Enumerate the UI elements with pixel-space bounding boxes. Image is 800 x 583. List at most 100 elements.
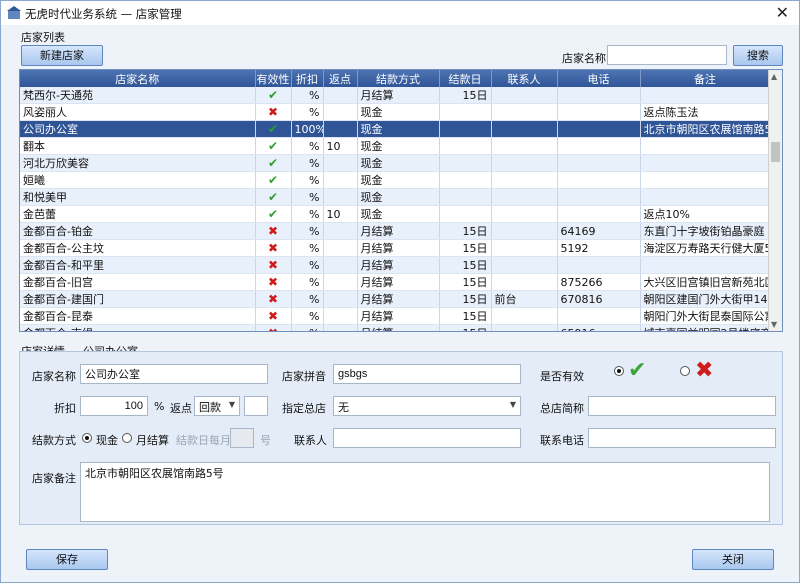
cell-method: 现金 (357, 171, 440, 189)
cell-day: 15日 (439, 324, 492, 331)
table-row[interactable]: 梵西尔-天通苑 ✔% 月结算 15日 (20, 87, 771, 104)
cell-contact (491, 205, 558, 223)
table-row[interactable]: 金都百合-昆泰 ✖% 月结算 15日 朝阳门外大街昆泰国际公寓7 (20, 307, 771, 325)
cell-valid: ✔ (255, 120, 292, 138)
column-header[interactable]: 电话 (557, 70, 641, 87)
cell-method: 月结算 (357, 87, 440, 104)
cell-contact (491, 256, 558, 274)
grid-scrollbar[interactable]: ▲ ▼ (768, 70, 782, 331)
cell-day (439, 188, 492, 206)
cell-phone (557, 154, 641, 172)
phone-label: 联系电话 (540, 434, 584, 447)
new-store-button[interactable]: 新建店家 (21, 45, 103, 66)
cash-radio[interactable] (82, 433, 92, 443)
pay-day-input[interactable] (230, 428, 254, 448)
cell-discount: % (291, 188, 324, 206)
cell-day: 15日 (439, 87, 492, 104)
table-row[interactable]: 河北万欣美容 ✔% 现金 (20, 154, 771, 172)
cell-contact (491, 222, 558, 240)
table-row[interactable]: 金都百合-和平里 ✖% 月结算 15日 (20, 256, 771, 274)
parent-store-select[interactable]: 无 ▼ (333, 396, 521, 416)
percent-label: % (154, 400, 165, 413)
cell-method: 月结算 (357, 307, 440, 325)
day-unit-label: 号 (260, 434, 271, 447)
table-row[interactable]: 公司办公室 ✔ 100% 现金 北京市朝阳区农展馆南路5号 (20, 120, 771, 138)
table-row[interactable]: 金都百合-克缇 ✖% 月结算15日 65916城南嘉园益明园2号楼底商克 (20, 324, 771, 331)
column-header[interactable]: 备注 (640, 70, 771, 87)
scroll-down-icon[interactable]: ▼ (771, 320, 777, 329)
list-section-label: 店家列表 (21, 31, 65, 44)
table-row[interactable]: 翻本 ✔% 10 现金 (20, 137, 771, 155)
table-row[interactable]: 金芭蕾 ✔% 10 现金 返点10% (20, 205, 771, 223)
phone-input[interactable] (588, 428, 776, 448)
cell-contact (491, 239, 558, 257)
cell-phone (557, 87, 641, 104)
monthly-label: 月结算 (136, 434, 169, 447)
discount-input[interactable] (80, 396, 148, 416)
column-header[interactable]: 店家名称 (20, 70, 256, 87)
cell-note (640, 171, 771, 189)
valid-check-icon: ✔ (267, 88, 279, 102)
cell-rebate (323, 87, 358, 104)
column-header[interactable]: 折扣 (291, 70, 324, 87)
invalid-cross-icon: ✖ (695, 358, 714, 383)
column-header[interactable]: 有效性 (255, 70, 292, 87)
table-row[interactable]: 金都百合-铂金 ✖% 月结算 15日 64169 东直门十字坡街铂晶豪庭 (20, 222, 771, 240)
valid-yes-radio[interactable] (614, 366, 624, 376)
valid-check-icon: ✔ (628, 358, 647, 383)
rebate-mode-select[interactable]: 回款 ▼ (194, 396, 240, 416)
cell-discount: % (291, 256, 324, 274)
valid-check-icon: ✔ (267, 156, 279, 170)
invalid-cross-icon: ✖ (267, 241, 279, 255)
search-input[interactable] (607, 45, 727, 65)
invalid-cross-icon: ✖ (268, 326, 278, 331)
invalid-cross-icon: ✖ (267, 275, 279, 289)
name-input[interactable] (80, 364, 268, 384)
cell-rebate (323, 290, 358, 308)
cell-contact (491, 137, 558, 155)
name-label: 店家名称 (32, 370, 76, 383)
column-header[interactable]: 结款日 (439, 70, 492, 87)
column-header[interactable]: 联系人 (491, 70, 558, 87)
table-row[interactable]: 和悦美甲 ✔% 现金 (20, 188, 771, 206)
cell-day: 15日 (439, 256, 492, 274)
cell-name: 金芭蕾 (20, 205, 256, 223)
column-header[interactable]: 返点 (323, 70, 358, 87)
cell-valid: ✖ (255, 103, 292, 121)
cell-method: 现金 (357, 154, 440, 172)
table-row[interactable]: 金都百合-公主坟 ✖% 月结算 15日 5192 海淀区万寿路天行健大厦50 (20, 239, 771, 257)
scroll-thumb[interactable] (771, 142, 780, 162)
cell-discount: % (291, 205, 324, 223)
monthly-radio[interactable] (122, 433, 132, 443)
cell-note (640, 256, 771, 274)
table-row[interactable]: 风姿丽人 ✖% 现金 返点陈玉法 (20, 103, 771, 121)
cell-note (640, 154, 771, 172)
search-button[interactable]: 搜索 (733, 45, 783, 66)
pinyin-input[interactable] (333, 364, 521, 384)
invalid-cross-icon: ✖ (267, 309, 279, 323)
invalid-cross-icon: ✖ (267, 258, 279, 272)
chevron-down-icon: ▼ (509, 400, 516, 409)
save-button[interactable]: 保存 (26, 549, 108, 570)
cell-phone (557, 307, 641, 325)
close-button[interactable]: 关闭 (692, 549, 774, 570)
cell-phone (557, 137, 641, 155)
rebate-input[interactable] (244, 396, 268, 416)
column-header[interactable]: 结款方式 (357, 70, 440, 87)
cell-method: 现金 (357, 205, 440, 223)
table-row[interactable]: 金都百合-建国门 ✖% 月结算 15日 前台 670816 朝阳区建国门外大街甲14号 (20, 290, 771, 308)
cell-discount: % (291, 239, 324, 257)
note-textarea[interactable]: 北京市朝阳区农展馆南路5号 (80, 462, 770, 522)
cell-discount: % (291, 324, 324, 331)
cell-method: 月结算 (357, 256, 440, 274)
valid-check-icon: ✔ (267, 207, 279, 221)
table-row[interactable]: 姮曦 ✔% 现金 (20, 171, 771, 189)
cell-name: 金都百合-公主坟 (20, 239, 256, 257)
contact-input[interactable] (333, 428, 521, 448)
short-name-input[interactable] (588, 396, 776, 416)
valid-no-radio[interactable] (680, 366, 690, 376)
table-row[interactable]: 金都百合-旧宫 ✖% 月结算 15日 875266 大兴区旧宫镇旧宫新苑北区1 (20, 273, 771, 291)
cell-rebate (323, 273, 358, 291)
close-icon[interactable]: ✕ (776, 3, 789, 22)
scroll-up-icon[interactable]: ▲ (771, 72, 777, 81)
